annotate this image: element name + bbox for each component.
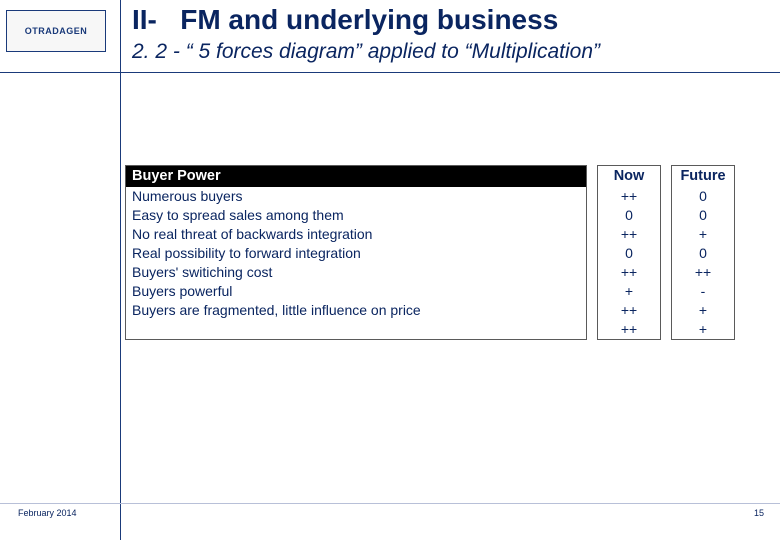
header-rule xyxy=(0,72,780,73)
factor-row: No real threat of backwards integration xyxy=(126,225,586,244)
factor-row: Buyers powerful xyxy=(126,282,586,301)
now-value: ++ xyxy=(598,301,660,320)
future-value: ++ xyxy=(672,263,734,282)
footer-page-number: 15 xyxy=(754,508,764,518)
factor-row: Easy to spread sales among them xyxy=(126,206,586,225)
factor-row xyxy=(126,320,586,339)
future-value: + xyxy=(672,301,734,320)
future-value: 0 xyxy=(672,206,734,225)
factor-column: Buyer Power Numerous buyers Easy to spre… xyxy=(125,165,587,340)
slide-content: Buyer Power Numerous buyers Easy to spre… xyxy=(125,165,770,340)
future-value: + xyxy=(672,225,734,244)
now-value: ++ xyxy=(598,187,660,206)
vertical-divider xyxy=(120,0,121,540)
slide-header: OTRADAGEN II- FM and underlying business… xyxy=(0,0,780,75)
factor-row: Buyers' switiching cost xyxy=(126,263,586,282)
now-value: ++ xyxy=(598,263,660,282)
factor-header: Buyer Power xyxy=(126,166,586,187)
logo-text: OTRADAGEN xyxy=(25,26,88,36)
future-header: Future xyxy=(672,166,734,187)
now-value: 0 xyxy=(598,206,660,225)
factor-row: Real possibility to forward integration xyxy=(126,244,586,263)
forces-table: Buyer Power Numerous buyers Easy to spre… xyxy=(125,165,770,340)
slide-subtitle: 2. 2 - “ 5 forces diagram” applied to “M… xyxy=(132,40,600,64)
factor-row: Numerous buyers xyxy=(126,187,586,206)
future-value: - xyxy=(672,282,734,301)
future-value: 0 xyxy=(672,187,734,206)
now-header: Now xyxy=(598,166,660,187)
future-value: + xyxy=(672,320,734,339)
now-value: ++ xyxy=(598,225,660,244)
slide-title: II- FM and underlying business xyxy=(132,4,558,36)
future-column: Future 0 0 + 0 ++ - + + xyxy=(671,165,735,340)
future-value: 0 xyxy=(672,244,734,263)
now-value: 0 xyxy=(598,244,660,263)
now-column: Now ++ 0 ++ 0 ++ + ++ ++ xyxy=(597,165,661,340)
now-value: + xyxy=(598,282,660,301)
footer-date: February 2014 xyxy=(18,508,77,518)
factor-row: Buyers are fragmented, little influence … xyxy=(126,301,586,320)
now-value: ++ xyxy=(598,320,660,339)
footer-rule xyxy=(0,503,780,504)
company-logo: OTRADAGEN xyxy=(6,10,106,52)
